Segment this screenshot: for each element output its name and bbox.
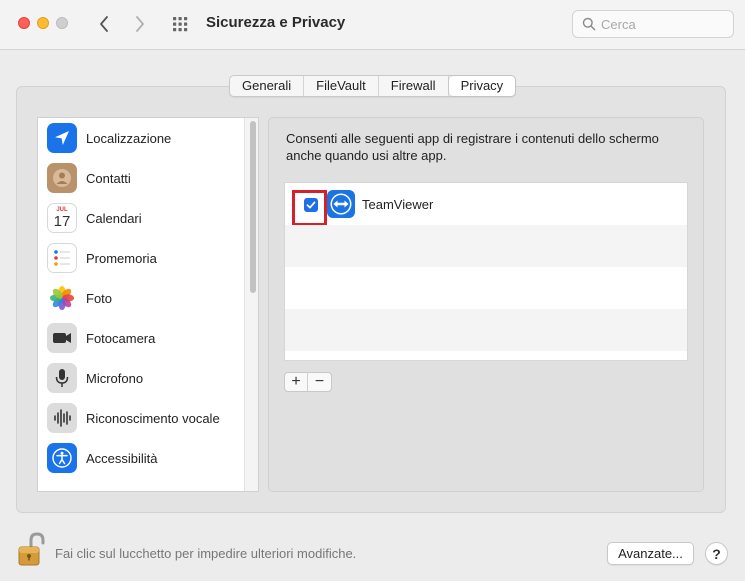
search-field[interactable] xyxy=(572,10,734,38)
tab-firewall[interactable]: Firewall xyxy=(379,76,449,96)
contacts-icon xyxy=(47,163,77,193)
window-title: Sicurezza e Privacy xyxy=(206,14,346,31)
search-icon xyxy=(582,17,596,31)
sidebar-item-foto[interactable]: Foto xyxy=(38,278,244,318)
title-bar: Sicurezza e Privacy xyxy=(0,0,745,50)
sidebar-scrollbar[interactable] xyxy=(244,118,258,491)
sidebar-item-label: Accessibilità xyxy=(86,450,158,466)
sidebar-item-label: Riconoscimento vocale xyxy=(86,410,220,426)
table-row xyxy=(285,309,687,351)
checkbox-highlight xyxy=(292,190,327,226)
sidebar-item-label: Fotocamera xyxy=(86,330,156,346)
sidebar-item-promemoria[interactable]: Promemoria xyxy=(38,238,244,278)
sidebar-item-label: Foto xyxy=(86,290,113,306)
tab-privacy[interactable]: Privacy xyxy=(448,76,516,96)
add-remove-control: + − xyxy=(284,372,332,392)
sidebar-scroll-thumb[interactable] xyxy=(250,121,256,293)
grid-icon xyxy=(173,17,188,32)
sidebar-item-label: Promemoria xyxy=(86,250,157,266)
show-all-button[interactable] xyxy=(171,14,193,36)
sidebar-item-accessibilita[interactable]: Accessibilità xyxy=(38,438,244,478)
tab-bar: Generali FileVault Firewall Privacy xyxy=(229,75,517,97)
help-button[interactable]: ? xyxy=(705,542,728,565)
photos-icon xyxy=(47,283,77,313)
calendar-icon: JUL 17 xyxy=(47,203,77,233)
table-row xyxy=(285,225,687,267)
reminders-icon xyxy=(47,243,77,273)
waveform-icon xyxy=(47,403,77,433)
sidebar-item-calendari[interactable]: JUL 17 Calendari xyxy=(38,198,244,238)
close-window-button[interactable] xyxy=(18,17,30,29)
sidebar-item-label: Localizzazione xyxy=(86,130,172,146)
chevron-right-icon xyxy=(136,16,144,32)
sidebar-item-label: Contatti xyxy=(86,170,131,186)
minimize-window-button[interactable] xyxy=(37,17,49,29)
back-button[interactable] xyxy=(93,12,115,36)
sidebar-item-contatti[interactable]: Contatti xyxy=(38,158,244,198)
camera-icon xyxy=(47,323,77,353)
chevron-left-icon xyxy=(100,16,108,32)
remove-app-button[interactable]: − xyxy=(308,373,331,391)
teamviewer-icon xyxy=(327,190,355,218)
location-arrow-icon xyxy=(47,123,77,153)
add-app-button[interactable]: + xyxy=(285,373,308,391)
sidebar-item-label: Calendari xyxy=(86,210,142,226)
sidebar-item-microfono[interactable]: Microfono xyxy=(38,358,244,398)
advanced-button[interactable]: Avanzate... xyxy=(607,542,694,565)
tab-generali[interactable]: Generali xyxy=(230,76,305,96)
lock-message: Fai clic sul lucchetto per impedire ulte… xyxy=(55,546,357,561)
privacy-category-list: Localizzazione Contatti JUL 17 Calendari xyxy=(37,117,259,492)
app-list: TeamViewer xyxy=(284,182,688,361)
accessibility-icon xyxy=(47,443,77,473)
app-name: TeamViewer xyxy=(362,197,434,212)
lock-icon[interactable] xyxy=(16,532,48,568)
table-row xyxy=(285,351,687,360)
sidebar-item-fotocamera[interactable]: Fotocamera xyxy=(38,318,244,358)
zoom-window-button[interactable] xyxy=(56,17,68,29)
sidebar-item-riconoscimento-vocale[interactable]: Riconoscimento vocale xyxy=(38,398,244,438)
forward-button[interactable] xyxy=(129,12,151,36)
table-row[interactable]: TeamViewer xyxy=(285,183,687,226)
tab-filevault[interactable]: FileVault xyxy=(304,76,379,96)
sidebar-item-localizzazione[interactable]: Localizzazione xyxy=(38,118,244,158)
permission-description: Consenti alle seguenti app di registrare… xyxy=(286,131,659,163)
sidebar-item-label: Microfono xyxy=(86,370,144,386)
calendar-day-text: 17 xyxy=(53,213,71,230)
microphone-icon xyxy=(47,363,77,393)
table-row xyxy=(285,267,687,309)
search-input[interactable] xyxy=(601,15,726,33)
